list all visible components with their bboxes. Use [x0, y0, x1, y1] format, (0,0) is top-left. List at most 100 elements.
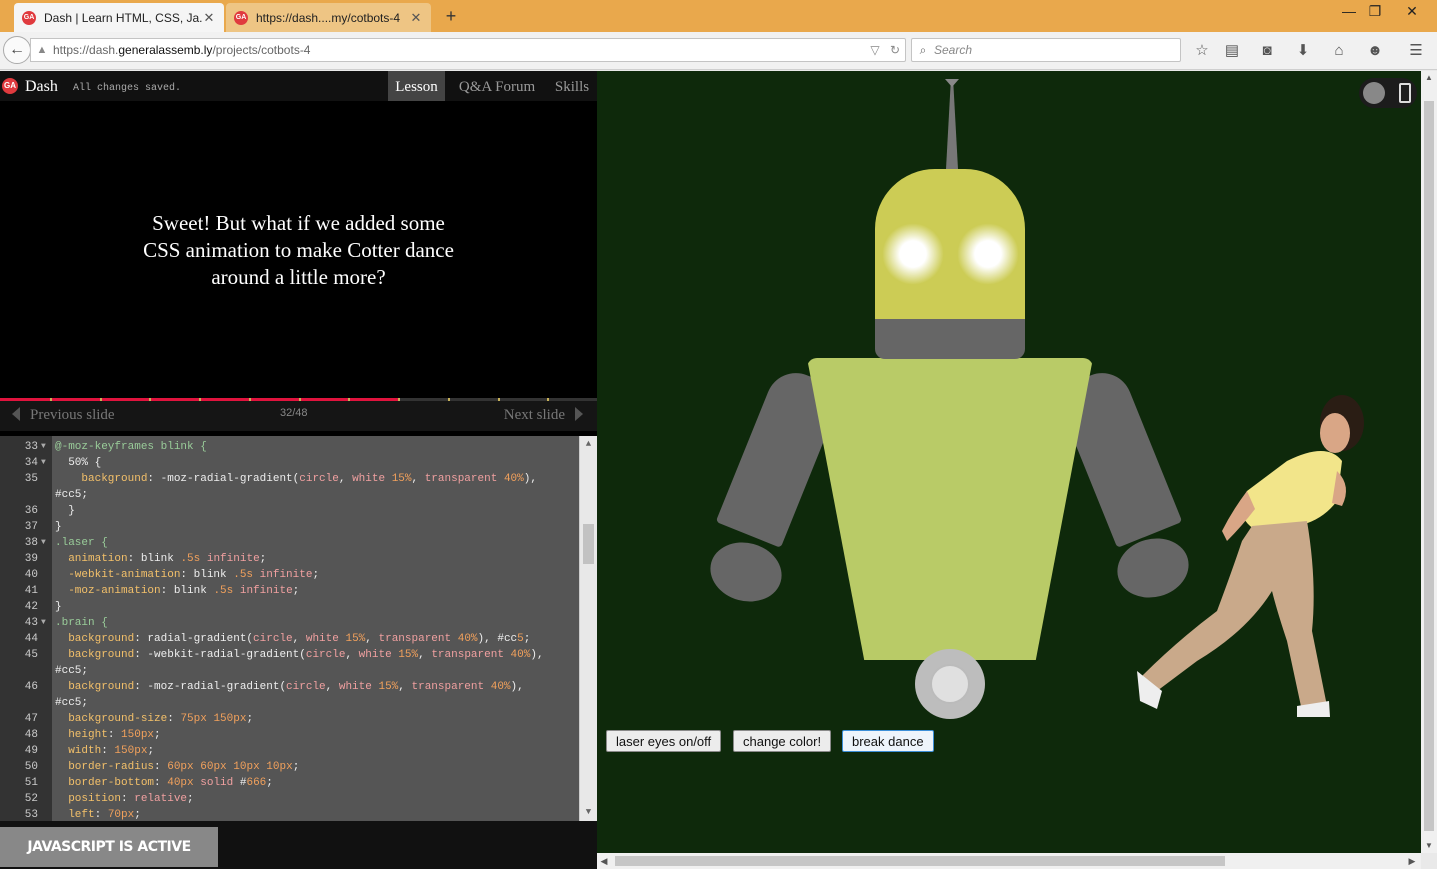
back-arrow-icon[interactable]: ← [3, 36, 31, 64]
fold-arrow-icon[interactable]: ▼ [41, 455, 46, 471]
minimize-window-icon[interactable]: — [1335, 2, 1363, 22]
code-text: #cc5; [55, 665, 89, 677]
dash-title: Dash [25, 78, 58, 95]
scroll-down-icon[interactable]: ▼ [580, 804, 597, 820]
new-tab-plus-icon[interactable]: + [440, 4, 462, 28]
scroll-right-icon[interactable]: ▶ [1405, 853, 1419, 869]
code-line[interactable]: #cc5; [0, 663, 578, 679]
code-line[interactable]: 39 animation: blink .5s infinite; [0, 551, 578, 567]
scroll-up-icon[interactable]: ▲ [1421, 71, 1437, 85]
scroll-thumb[interactable] [615, 856, 1225, 866]
code-line[interactable]: 53 left: 70px; [0, 807, 578, 821]
code-line[interactable]: 41 -moz-animation: blink .5s infinite; [0, 583, 578, 599]
pocket-icon[interactable]: ◙ [1256, 40, 1278, 62]
fold-arrow-icon[interactable]: ▼ [41, 439, 46, 455]
code-text: height: 150px; [68, 729, 161, 741]
scroll-left-icon[interactable]: ◀ [597, 853, 611, 869]
code-text: .laser { [55, 537, 108, 549]
fold-arrow-icon[interactable]: ▼ [41, 615, 46, 631]
code-line[interactable]: 52 position: relative; [0, 791, 578, 807]
tab-skills[interactable]: Skills [549, 71, 595, 101]
tab-qa-forum[interactable]: Q&A Forum [450, 71, 544, 101]
code-line[interactable]: 46 background: -moz-radial-gradient(circ… [0, 679, 578, 695]
javascript-status-badge[interactable]: JAVASCRIPT IS ACTIVE [0, 827, 218, 867]
code-line[interactable]: 48 height: 150px; [0, 727, 578, 743]
code-line[interactable]: 43 ▼ .brain { [0, 615, 578, 631]
robot-left-laser-eye [882, 223, 944, 285]
next-slide-button[interactable]: Next slide [504, 407, 583, 424]
robot-torso [807, 358, 1093, 660]
preview-vertical-scrollbar[interactable]: ▲ ▼ [1421, 71, 1437, 853]
code-line[interactable]: 50 border-radius: 60px 60px 10px 10px; [0, 759, 578, 775]
code-line[interactable]: 45 background: -webkit-radial-gradient(c… [0, 647, 578, 663]
scroll-thumb[interactable] [583, 524, 594, 564]
laser-eyes-toggle-button[interactable]: laser eyes on/off [606, 730, 722, 752]
chevron-left-icon [12, 407, 20, 421]
bookmark-star-icon[interactable]: ☆ [1191, 40, 1213, 62]
address-bar[interactable]: ▲ https://dash.generalassemb.ly/projects… [30, 38, 906, 62]
code-editor[interactable]: ▲ ▼ 33 ▼ @-moz-keyframes blink {34 ▼ 50% {3… [0, 436, 597, 821]
browser-tab-dash[interactable]: GA Dash | Learn HTML, CSS, Ja... ✕ [14, 3, 224, 32]
ga-favicon-icon: GA [234, 10, 248, 25]
code-line[interactable]: 40 -webkit-animation: blink .5s infinite… [0, 567, 578, 583]
code-line[interactable]: 33 ▼ @-moz-keyframes blink { [0, 439, 578, 455]
code-text: @-moz-keyframes blink { [55, 441, 207, 453]
robot-antenna-tip [945, 79, 959, 87]
line-number: 37 [24, 521, 38, 533]
device-toggle[interactable] [1359, 78, 1417, 108]
reload-icon[interactable]: ↻ [885, 43, 905, 57]
hello-icon[interactable]: ☻ [1364, 40, 1386, 62]
code-line[interactable]: 47 background-size: 75px 150px; [0, 711, 578, 727]
code-line[interactable]: #cc5; [0, 487, 578, 503]
scroll-up-icon[interactable]: ▲ [580, 436, 597, 452]
url-text[interactable]: https://dash.generalassemb.ly/projects/c… [53, 43, 865, 57]
code-text: } [55, 601, 62, 613]
fold-arrow-icon[interactable]: ▼ [41, 535, 46, 551]
change-color-button[interactable]: change color! [733, 730, 832, 752]
search-input[interactable]: ⌕ Search [911, 38, 1181, 62]
code-text: position: relative; [68, 793, 194, 805]
close-window-icon[interactable]: ✕ [1398, 2, 1426, 22]
ga-logo-icon: GA [2, 78, 18, 94]
code-line[interactable]: 44 background: radial-gradient(circle, w… [0, 631, 578, 647]
code-line[interactable]: 37} [0, 519, 578, 535]
code-line[interactable]: 35 background: -moz-radial-gradient(circ… [0, 471, 578, 487]
code-line[interactable]: 51 border-bottom: 40px solid #666; [0, 775, 578, 791]
editor-scrollbar[interactable]: ▲ ▼ [579, 436, 597, 821]
close-tab-icon[interactable]: ✕ [409, 10, 423, 26]
browser-tab-strip: GA Dash | Learn HTML, CSS, Ja... ✕ GA ht… [0, 0, 1437, 32]
code-line[interactable]: 38 ▼ .laser { [0, 535, 578, 551]
url-dropdown-icon[interactable]: ▽ [865, 43, 885, 57]
break-dance-button[interactable]: break dance [842, 730, 934, 752]
preview-horizontal-scrollbar[interactable]: ◀ ▶ [597, 853, 1421, 869]
restore-window-icon[interactable]: ❐ [1361, 2, 1389, 22]
code-text: -webkit-animation: blink .5s infinite; [68, 569, 320, 581]
home-icon[interactable]: ⌂ [1328, 40, 1350, 62]
status-bar: JAVASCRIPT IS ACTIVE [0, 821, 597, 869]
info-icon[interactable]: ▲ [31, 44, 53, 56]
tab-title: Dash | Learn HTML, CSS, Ja... [44, 10, 202, 25]
code-line[interactable]: 36 } [0, 503, 578, 519]
code-text: background: -webkit-radial-gradient(circ… [68, 649, 544, 661]
code-line[interactable]: 42} [0, 599, 578, 615]
browser-tab-preview[interactable]: GA https://dash....my/cotbots-4 ✕ [226, 3, 431, 32]
reading-list-icon[interactable]: ▤ [1221, 40, 1243, 62]
toggle-knob [1363, 82, 1385, 104]
line-number: 36 [24, 505, 38, 517]
code-line[interactable]: 49 width: 150px; [0, 743, 578, 759]
tab-lesson[interactable]: Lesson [388, 71, 445, 101]
close-tab-icon[interactable]: ✕ [202, 10, 216, 26]
line-number: 52 [24, 793, 38, 805]
previous-slide-button[interactable]: Previous slide [12, 407, 115, 424]
code-line[interactable]: #cc5; [0, 695, 578, 711]
code-text: -moz-animation: blink .5s infinite; [68, 585, 300, 597]
scroll-down-icon[interactable]: ▼ [1421, 839, 1437, 853]
scroll-thumb[interactable] [1424, 101, 1434, 831]
line-number: 41 [24, 585, 38, 597]
slide-text: Sweet! But what if we added some CSS ani… [143, 210, 454, 289]
menu-icon[interactable]: ☰ [1405, 40, 1427, 62]
download-icon[interactable]: ⬇ [1292, 40, 1314, 62]
mobile-phone-icon [1399, 83, 1411, 103]
code-line[interactable]: 34 ▼ 50% { [0, 455, 578, 471]
line-number: 39 [24, 553, 38, 565]
